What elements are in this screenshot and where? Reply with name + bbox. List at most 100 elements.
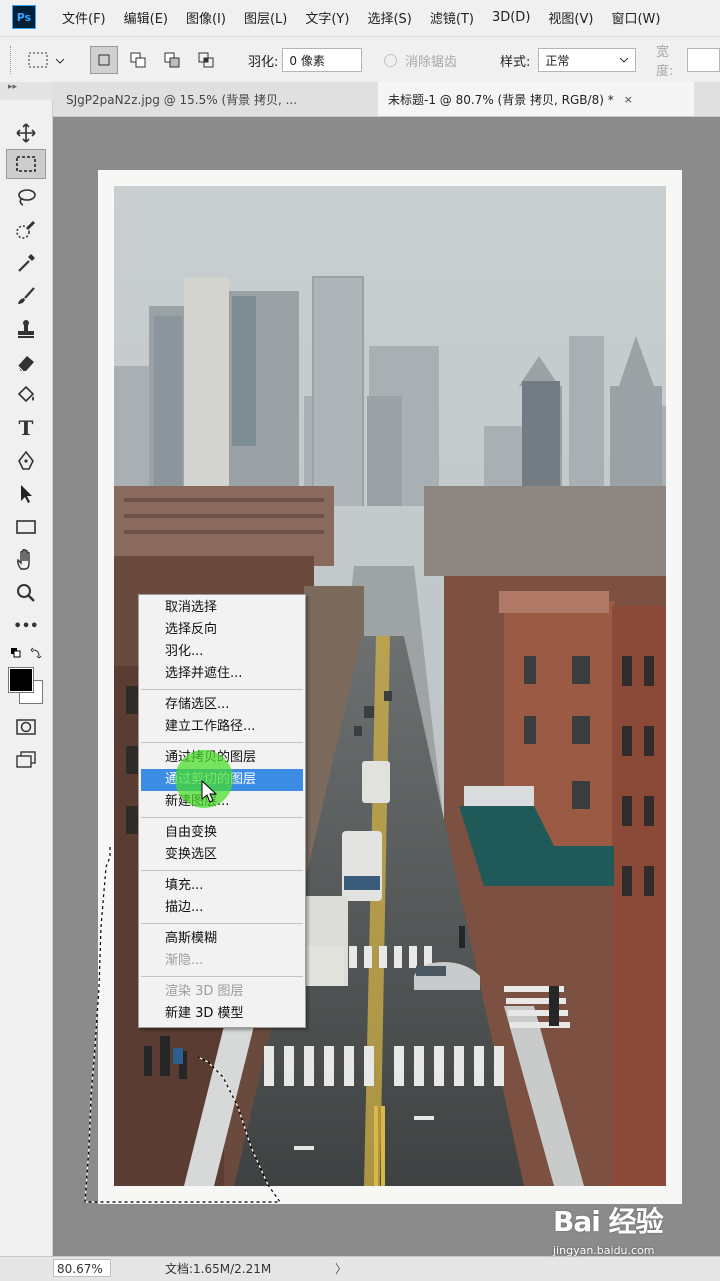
menu-item-render-3d-layer: 渲染 3D 图层: [165, 984, 244, 999]
menu-item-layer-via-copy[interactable]: 通过拷贝的图层: [139, 747, 305, 769]
paint-bucket-tool[interactable]: [6, 380, 46, 410]
swap-colors-icon: [11, 647, 42, 659]
menu-separator: [141, 689, 303, 690]
new-selection-button[interactable]: [90, 46, 118, 74]
style-value: 正常: [545, 53, 570, 68]
antialias-label: 消除锯齿: [405, 54, 458, 70]
tab-document-2[interactable]: 未标题-1 @ 80.7% (背景 拷贝, RGB/8) * ×: [378, 82, 694, 116]
menu-item-new-layer[interactable]: 新建图层...: [139, 791, 305, 813]
menu-separator: [141, 742, 303, 743]
menu-item-select-inverse[interactable]: 选择反向: [139, 619, 305, 641]
lasso-tool[interactable]: [6, 182, 46, 212]
intersect-selection-button[interactable]: [192, 46, 220, 74]
menu-select[interactable]: 选择(S): [367, 8, 411, 27]
path-select-tool[interactable]: [6, 479, 46, 509]
screen-mode-button[interactable]: [6, 745, 46, 775]
eyedropper-icon: [18, 254, 35, 272]
lasso-icon: [18, 189, 36, 206]
chevron-down-icon: [620, 57, 629, 63]
menu-item-new-3d-model[interactable]: 新建 3D 模型: [139, 1003, 305, 1025]
photoshop-logo: Ps: [12, 5, 36, 29]
menu-item-save-selection[interactable]: 存储选区...: [139, 694, 305, 716]
style-select[interactable]: 正常: [538, 48, 637, 72]
baidu-watermark: Bai 经验 jingyan.baidu.com: [553, 1200, 713, 1270]
menu-item-fill[interactable]: 填充...: [139, 875, 305, 897]
menu-item-transform-selection[interactable]: 变换选区: [139, 844, 305, 866]
toolbar-collapse-bar[interactable]: ▸▸: [0, 82, 52, 100]
paint-bucket-icon: [17, 385, 35, 403]
color-swatches[interactable]: [6, 666, 46, 706]
close-icon[interactable]: ×: [624, 93, 633, 106]
move-tool[interactable]: [6, 118, 46, 148]
menu-item-select-and-mask[interactable]: 选择并遮住...: [139, 663, 305, 685]
style-label: 样式:: [500, 54, 531, 70]
menu-edit[interactable]: 编辑(E): [124, 8, 168, 27]
menu-filter[interactable]: 滤镜(T): [430, 8, 474, 27]
menu-item-gaussian-blur[interactable]: 高斯模糊: [139, 928, 305, 950]
add-selection-button[interactable]: [124, 46, 152, 74]
antialias-group: 消除锯齿: [384, 37, 457, 83]
menu-file[interactable]: 文件(F): [62, 8, 106, 27]
menu-image[interactable]: 图像(I): [186, 8, 226, 27]
eraser-tool[interactable]: [6, 347, 46, 377]
pen-icon: [18, 450, 34, 470]
subtract-selection-button[interactable]: [158, 46, 186, 74]
eyedropper-tool[interactable]: [6, 248, 46, 278]
menu-separator: [141, 817, 303, 818]
menu-item-layer-via-cut[interactable]: 通过剪切的图层: [141, 769, 303, 791]
menu-item-stroke[interactable]: 描边...: [139, 897, 305, 919]
tools-panel: T •••: [0, 100, 53, 1256]
menu-type[interactable]: 文字(Y): [305, 8, 349, 27]
zoom-level-field[interactable]: 80.67%: [53, 1259, 111, 1277]
antialias-checkbox[interactable]: [384, 53, 397, 67]
menu-item-feather[interactable]: 羽化...: [139, 641, 305, 663]
path-select-icon: [21, 485, 32, 503]
default-colors-swap[interactable]: [6, 644, 46, 664]
document-tabs: SJgP2paN2z.jpg @ 15.5% (背景 拷贝, ... 未标题-1…: [52, 82, 720, 117]
options-bar: 羽化: 0 像素 消除锯齿 样式: 正常 宽度:: [0, 36, 720, 84]
options-grip: [10, 37, 12, 83]
menu-item-make-work-path[interactable]: 建立工作路径...: [139, 716, 305, 738]
zoom-icon: [17, 584, 35, 602]
intersect-selection-icon: [198, 52, 214, 68]
selection-mode-group: [90, 37, 220, 83]
marquee-tool[interactable]: [6, 149, 46, 179]
menu-layer[interactable]: 图层(L): [244, 8, 287, 27]
menu-separator: [141, 923, 303, 924]
rectangle-tool[interactable]: [6, 512, 46, 542]
pen-tool[interactable]: [6, 446, 46, 476]
rectangle-icon: [16, 520, 36, 534]
menu-window[interactable]: 窗口(W): [611, 8, 660, 27]
more-tools[interactable]: •••: [6, 611, 46, 641]
foreground-color-swatch[interactable]: [8, 667, 34, 693]
selection-context-menu: 取消选择 选择反向 羽化... 选择并遮住... 存储选区... 建立工作路径.…: [138, 594, 306, 1028]
menu-separator: [141, 976, 303, 977]
subtract-selection-icon: [164, 52, 180, 68]
eraser-icon: [17, 356, 34, 372]
quick-mask-button[interactable]: [6, 712, 46, 742]
menu-item-deselect[interactable]: 取消选择: [139, 597, 305, 619]
tab-document-1[interactable]: SJgP2paN2z.jpg @ 15.5% (背景 拷贝, ...: [56, 82, 376, 116]
menu-separator: [141, 870, 303, 871]
type-tool[interactable]: T: [6, 413, 46, 443]
hand-tool[interactable]: [6, 545, 46, 575]
stamp-tool[interactable]: [6, 314, 46, 344]
feather-input[interactable]: 0 像素: [282, 48, 363, 72]
screen-mode-icon: [16, 751, 36, 768]
style-group: 样式: 正常: [500, 37, 637, 83]
width-input[interactable]: [686, 48, 720, 72]
status-menu-arrow-icon[interactable]: 〉: [335, 1260, 347, 1277]
watermark-brand: Bai 经验: [553, 1205, 664, 1238]
add-selection-icon: [130, 52, 146, 68]
quick-select-icon: [16, 220, 36, 239]
quick-select-tool[interactable]: [6, 215, 46, 245]
tab-label: 未标题-1 @ 80.7% (背景 拷贝, RGB/8) *: [388, 92, 614, 107]
menu-item-free-transform[interactable]: 自由变换: [139, 822, 305, 844]
menu-3d[interactable]: 3D(D): [492, 10, 530, 25]
brush-tool[interactable]: [6, 281, 46, 311]
tool-preset-picker[interactable]: [26, 37, 66, 83]
menu-view[interactable]: 视图(V): [548, 8, 593, 27]
new-selection-icon: [98, 54, 110, 66]
width-label: 宽度:: [656, 45, 674, 79]
zoom-tool[interactable]: [6, 578, 46, 608]
